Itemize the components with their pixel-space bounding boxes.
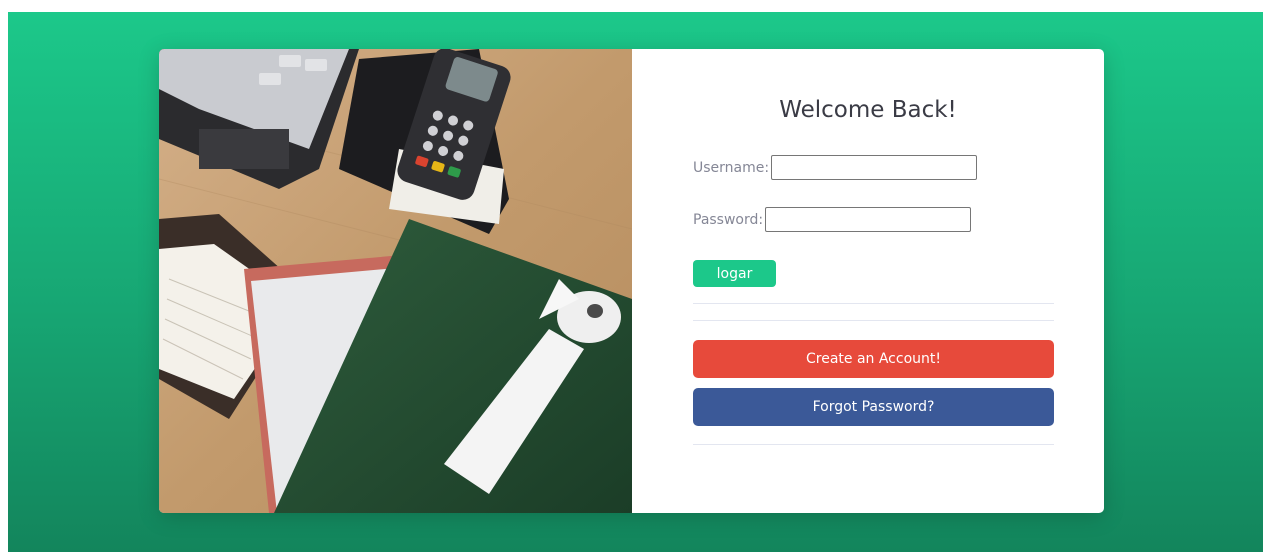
password-row: Password: <box>693 207 972 232</box>
login-side-image <box>159 49 632 513</box>
password-input[interactable] <box>765 207 972 232</box>
login-form-panel: Welcome Back! Username: Password: logar … <box>632 49 1104 513</box>
login-button[interactable]: logar <box>693 260 776 287</box>
divider <box>693 444 1054 445</box>
username-row: Username: <box>693 155 978 180</box>
password-label: Password: <box>693 211 764 228</box>
username-label: Username: <box>693 159 770 176</box>
login-card: Welcome Back! Username: Password: logar … <box>159 49 1104 513</box>
create-account-button[interactable]: Create an Account! <box>693 340 1054 378</box>
divider <box>693 303 1054 304</box>
username-input[interactable] <box>771 155 978 180</box>
page-background: Welcome Back! Username: Password: logar … <box>8 12 1263 552</box>
welcome-heading: Welcome Back! <box>779 97 957 123</box>
divider <box>693 320 1054 321</box>
forgot-password-button[interactable]: Forgot Password? <box>693 388 1054 426</box>
